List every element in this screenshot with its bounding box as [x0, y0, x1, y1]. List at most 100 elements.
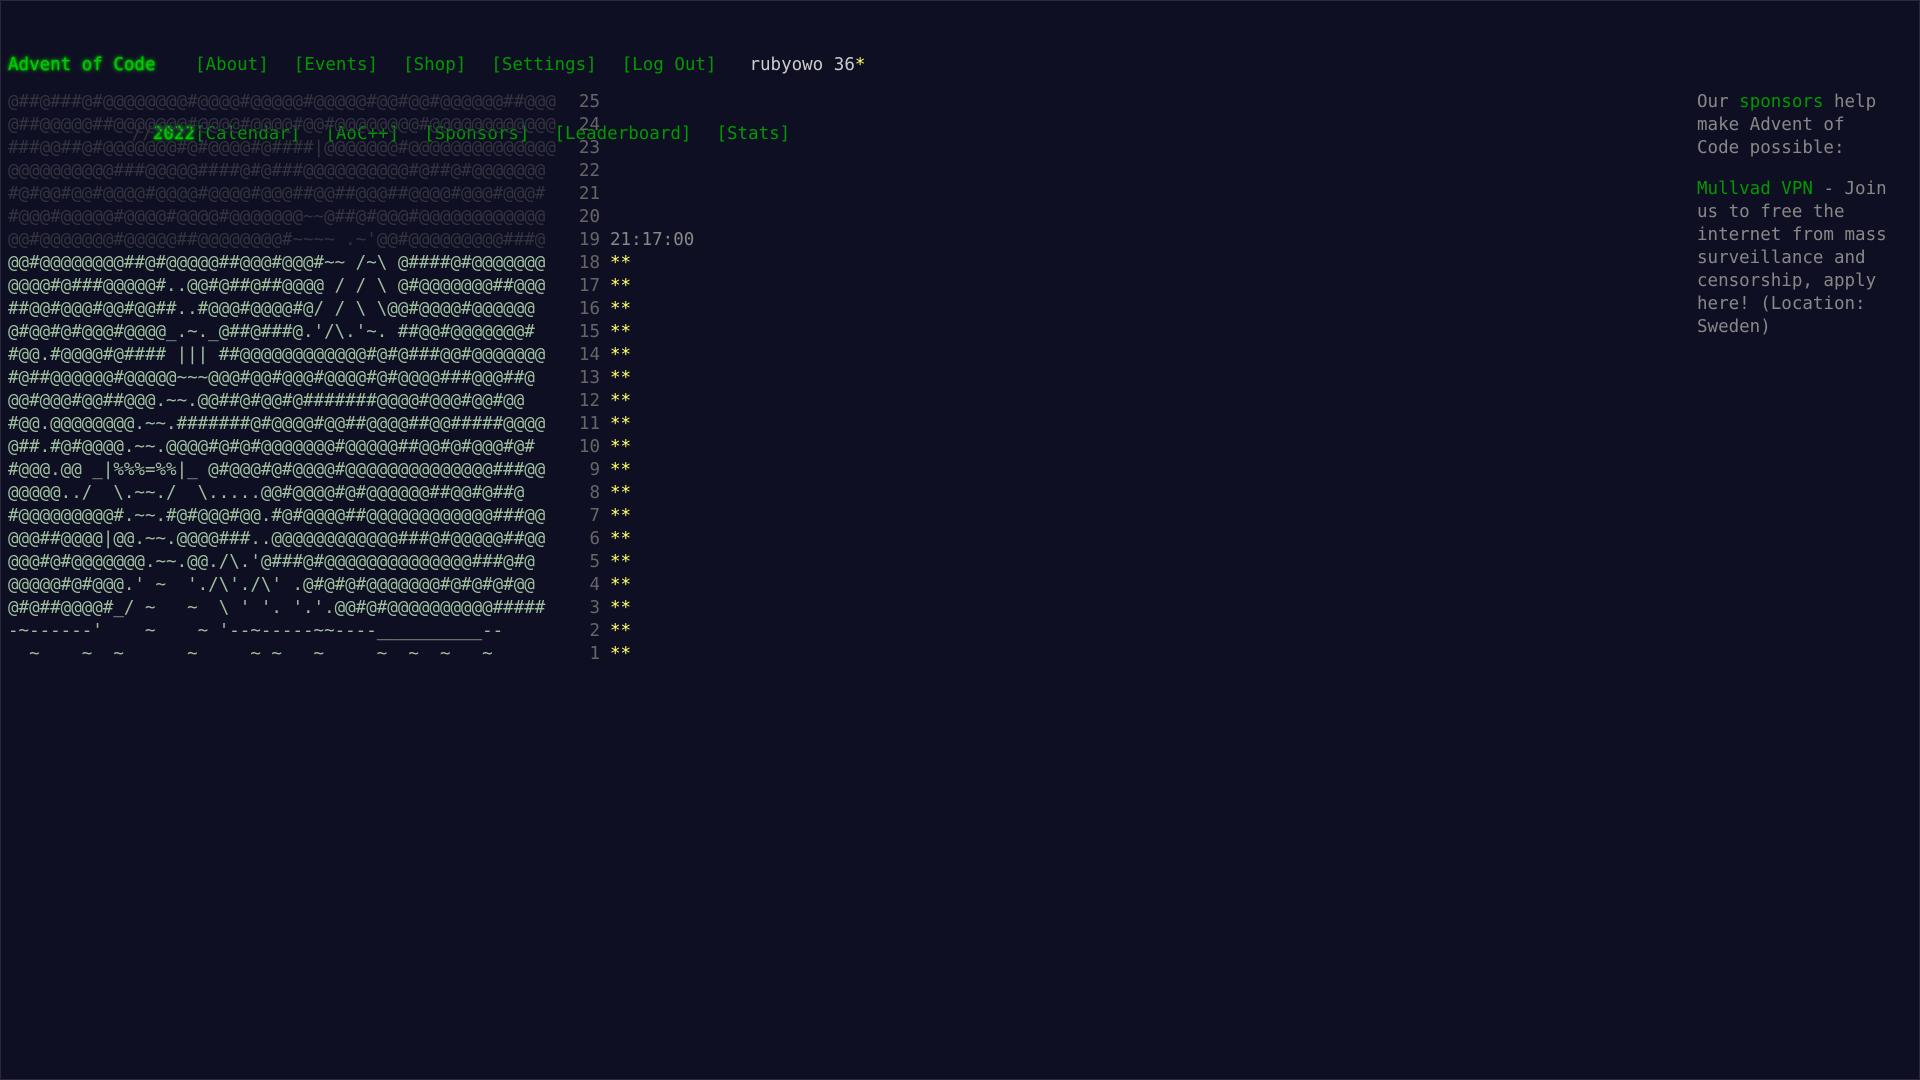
calendar-day-number: 17	[578, 276, 600, 296]
calendar-art: @@#@@@#@@##@@@.~~.@@##@#@@#@#######@@@@#…	[8, 391, 525, 411]
calendar-art: @#@##@@@@#_/ ~ ~ \ ' '. '.'.@@#@#@@@@@@@…	[8, 598, 546, 618]
calendar-art: #@#@@#@@#@@@@#@@@@#@@@@#@@@##@@##@@@##@@…	[8, 184, 546, 204]
calendar-day-20: #@@@#@@@@@#@@@@#@@@@#@@@@@@@~~@##@#@@@#@…	[8, 206, 694, 229]
calendar-day-2[interactable]: -~------' ~ ~ '--~-----~~----__________-…	[8, 620, 694, 643]
calendar-art: @@@#@#@@@@@@@.~~.@@./\.'@###@#@@@@@@@@@@…	[8, 552, 535, 572]
calendar-day-25: @##@###@#@@@@@@@@#@@@@#@@@@@#@@@@@#@@#@@…	[8, 91, 694, 114]
calendar-day-number: 12	[578, 391, 600, 411]
header-row-global: Advent of Code [About] [Events] [Shop] […	[8, 54, 865, 77]
calendar-stars: **	[610, 621, 632, 641]
calendar-day-14[interactable]: #@@.#@@@@#@#### ||| ##@@@@@@@@@@@@#@#@##…	[8, 344, 694, 367]
calendar-day-6[interactable]: @@@##@@@@|@@.~~.@@@@###..@@@@@@@@@@@@###…	[8, 528, 694, 551]
calendar-day-number: 18	[578, 253, 600, 273]
calendar-countdown: 21:17:00	[610, 230, 695, 250]
calendar-day-17[interactable]: @@@@#@###@@@@@#..@@#@##@##@@@@ / / \ @#@…	[8, 275, 694, 298]
calendar-day-24: @##@@@@@##@@@@@@@#@@@@#@@@@#@@#@@@@@@@@#…	[8, 114, 694, 137]
calendar-day-4[interactable]: @@@@@#@#@@@.' ~ './\'./\' .@#@#@#@@@@@@@…	[8, 574, 694, 597]
calendar-art: @@#@@@@@@@#@@@@@##@@@@@@@@#~~~~ .~'@@#@@…	[8, 230, 546, 250]
calendar-day-number: 5	[589, 552, 600, 572]
sponsor-entry: Mullvad VPN - Join us to free the intern…	[1697, 178, 1892, 339]
calendar-stars: **	[610, 483, 632, 503]
calendar-day-11[interactable]: #@@.@@@@@@@@.~~.#######@#@@@@#@@##@@@@##…	[8, 413, 694, 436]
calendar-day-number: 6	[589, 529, 600, 549]
calendar-art: @##.#@#@@@@.~~.@@@@#@#@#@@@@@@@#@@@@@##@…	[8, 437, 535, 457]
calendar-day-5[interactable]: @@@#@#@@@@@@@.~~.@@./\.'@###@#@@@@@@@@@@…	[8, 551, 694, 574]
sponsor-link[interactable]: Mullvad VPN	[1697, 179, 1813, 199]
nav-about-link[interactable]: [About]	[195, 54, 269, 77]
calendar-day-number: 22	[578, 161, 600, 181]
calendar-day-1[interactable]: ~ ~ ~ ~ ~ ~ ~ ~ ~ ~ ~ 1 **	[8, 643, 694, 666]
calendar-day-number: 14	[578, 345, 600, 365]
calendar-art: ~ ~ ~ ~ ~ ~ ~ ~ ~ ~ ~	[8, 644, 493, 664]
calendar-art: #@@@#@@@@@#@@@@#@@@@#@@@@@@@~~@##@#@@@#@…	[8, 207, 546, 227]
site-title-link[interactable]: Advent of Code	[8, 54, 195, 77]
calendar-stars: **	[610, 460, 632, 480]
calendar-art: #@@.#@@@@#@#### ||| ##@@@@@@@@@@@@#@#@##…	[8, 345, 546, 365]
calendar-art: @##@###@#@@@@@@@@#@@@@#@@@@@#@@@@@#@@#@@…	[8, 92, 556, 112]
calendar-day-9[interactable]: #@@@.@@ _|%%%=%%|_ @#@@@#@#@@@@#@@@@@@@@…	[8, 459, 694, 482]
calendar-day-22: @@@@@@@@@@###@@@@@####@#@###@@@@@@@@@@#@…	[8, 160, 694, 183]
calendar-art: @#@@#@#@@@#@@@@_.~._@##@###@.'/\.'~. ##@…	[8, 322, 535, 342]
calendar-art: #@@@.@@ _|%%%=%%|_ @#@@@#@#@@@@#@@@@@@@@…	[8, 460, 546, 480]
calendar-day-19[interactable]: @@#@@@@@@@#@@@@@##@@@@@@@@#~~~~ .~'@@#@@…	[8, 229, 694, 252]
user-star-count: 36	[833, 55, 855, 75]
calendar-stars: **	[610, 253, 632, 273]
calendar-day-3[interactable]: @#@##@@@@#_/ ~ ~ \ ' '. '.'.@@#@#@@@@@@@…	[8, 597, 694, 620]
calendar-stars: **	[610, 437, 632, 457]
calendar-day-12[interactable]: @@#@@@#@@##@@@.~~.@@##@#@@#@#######@@@@#…	[8, 390, 694, 413]
calendar-day-number: 16	[578, 299, 600, 319]
calendar-stars: **	[610, 368, 632, 388]
calendar-art: ##@@#@@@#@@#@@##..#@@@#@@@@#@/ / \ \@@#@…	[8, 299, 535, 319]
calendar-stars: **	[610, 598, 632, 618]
calendar-stars: **	[610, 322, 632, 342]
nav-settings-link[interactable]: [Settings]	[491, 54, 596, 77]
calendar-art: @@@@#@###@@@@@#..@@#@##@##@@@@ / / \ @#@…	[8, 276, 546, 296]
calendar-day-number: 23	[578, 138, 600, 158]
global-nav: [About] [Events] [Shop] [Settings] [Log …	[195, 54, 741, 77]
calendar-day-7[interactable]: #@@@@@@@@@#.~~.#@#@@@#@@.#@#@@@@##@@@@@@…	[8, 505, 694, 528]
calendar-day-number: 8	[589, 483, 600, 503]
calendar-day-23: ###@@##@#@@@@@@@#@#@@@@#@####|@@@@@@@#@@…	[8, 137, 694, 160]
calendar-stars: **	[610, 529, 632, 549]
calendar-stars: **	[610, 391, 632, 411]
calendar-art: ###@@##@#@@@@@@@#@#@@@@#@####|@@@@@@@#@@…	[8, 138, 556, 158]
calendar-day-21: #@#@@#@@#@@@@#@@@@#@@@@#@@@##@@##@@@##@@…	[8, 183, 694, 206]
calendar-day-number: 24	[578, 115, 600, 135]
sponsor-intro-text: Our	[1697, 92, 1740, 112]
calendar-day-number: 4	[589, 575, 600, 595]
calendar-stars: **	[610, 345, 632, 365]
calendar-day-16[interactable]: ##@@#@@@#@@#@@##..#@@@#@@@@#@/ / \ \@@#@…	[8, 298, 694, 321]
nav-shop-link[interactable]: [Shop]	[403, 54, 466, 77]
sponsor-description: - Join us to free the internet from mass…	[1697, 179, 1887, 337]
nav-logout-link[interactable]: [Log Out]	[622, 54, 717, 77]
calendar-stars: **	[610, 644, 632, 664]
user-info: rubyowo 36*	[749, 54, 865, 77]
sponsor-sidebar: Our sponsors help make Advent of Code po…	[1697, 91, 1892, 357]
calendar-art: @@@@@@@@@@###@@@@@####@#@###@@@@@@@@@@#@…	[8, 161, 546, 181]
calendar-art: #@@@@@@@@@#.~~.#@#@@@#@@.#@#@@@@##@@@@@@…	[8, 506, 546, 526]
calendar-day-13[interactable]: #@##@@@@@@#@@@@@~~~@@@#@@#@@@#@@@@#@#@@@…	[8, 367, 694, 390]
sponsors-link[interactable]: sponsors	[1739, 92, 1823, 112]
calendar-day-8[interactable]: @@@@@../ \.~~./ \.....@@#@@@@#@#@@@@@@##…	[8, 482, 694, 505]
calendar-day-number: 19	[578, 230, 600, 250]
calendar-day-number: 7	[589, 506, 600, 526]
calendar-stars: **	[610, 276, 632, 296]
calendar-day-15[interactable]: @#@@#@#@@@#@@@@_.~._@##@###@.'/\.'~. ##@…	[8, 321, 694, 344]
calendar: @##@###@#@@@@@@@@#@@@@#@@@@@#@@@@@#@@#@@…	[8, 91, 694, 666]
calendar-stars: **	[610, 299, 632, 319]
calendar-art: #@##@@@@@@#@@@@@~~~@@@#@@#@@@#@@@@#@#@@@…	[8, 368, 535, 388]
calendar-art: #@@.@@@@@@@@.~~.#######@#@@@@#@@##@@@@##…	[8, 414, 546, 434]
calendar-day-number: 2	[589, 621, 600, 641]
calendar-day-number: 3	[589, 598, 600, 618]
calendar-day-number: 10	[578, 437, 600, 457]
calendar-day-number: 15	[578, 322, 600, 342]
calendar-day-number: 21	[578, 184, 600, 204]
calendar-art: @@@##@@@@|@@.~~.@@@@###..@@@@@@@@@@@@###…	[8, 529, 546, 549]
nav-events-link[interactable]: [Events]	[294, 54, 378, 77]
nav-stats-link[interactable]: [Stats]	[716, 123, 790, 146]
calendar-day-number: 20	[578, 207, 600, 227]
calendar-day-10[interactable]: @##.#@#@@@@.~~.@@@@#@#@#@@@@@@@#@@@@@##@…	[8, 436, 694, 459]
calendar-stars: **	[610, 414, 632, 434]
calendar-day-18[interactable]: @@#@@@@@@@@##@#@@@@@##@@@#@@@#~~ /~\ @##…	[8, 252, 694, 275]
sponsor-intro: Our sponsors help make Advent of Code po…	[1697, 91, 1892, 160]
